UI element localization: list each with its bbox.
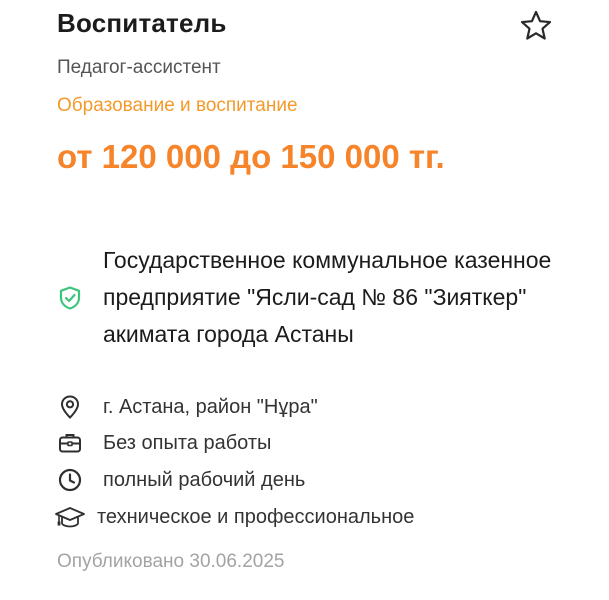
education-text: техническое и профессиональное xyxy=(97,505,415,528)
vacancy-subtitle: Педагог-ассистент xyxy=(57,57,221,78)
vacancy-title: Воспитатель xyxy=(57,8,227,38)
location-pin-icon xyxy=(57,394,83,420)
experience-row: Без опыта работы xyxy=(57,430,271,456)
briefcase-icon xyxy=(57,430,83,456)
shield-check-icon xyxy=(57,285,83,311)
education-row: техническое и профессиональное xyxy=(54,504,414,530)
vacancy-card[interactable]: Воспитатель Педагог-ассистент Образовани… xyxy=(0,0,609,600)
vacancy-salary: от 120 000 до 150 000 тг. xyxy=(57,138,445,175)
star-icon[interactable] xyxy=(518,8,554,44)
clock-icon xyxy=(57,467,83,493)
location-text: г. Астана, район "Нұра" xyxy=(103,395,318,418)
schedule-text: полный рабочий день xyxy=(103,468,306,491)
graduation-cap-icon xyxy=(54,504,86,530)
employer-name: Государственное коммунальное казенное пр… xyxy=(103,247,552,347)
location-row: г. Астана, район "Нұра" xyxy=(57,394,318,420)
vacancy-category: Образование и воспитание xyxy=(57,95,298,116)
employer-row: Государственное коммунальное казенное пр… xyxy=(57,242,553,353)
schedule-row: полный рабочий день xyxy=(57,467,305,493)
published-date: Опубликовано 30.06.2025 xyxy=(57,551,285,572)
experience-text: Без опыта работы xyxy=(103,431,272,454)
